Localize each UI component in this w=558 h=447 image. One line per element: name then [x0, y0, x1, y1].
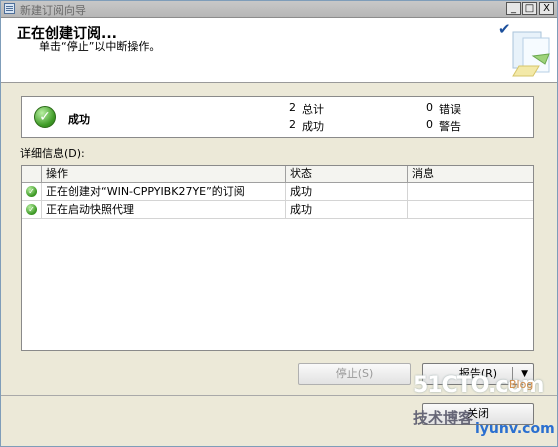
- status-summary-panel: ✓ 成功 2 总计 2 成功 0 错误 0 警告: [21, 96, 534, 138]
- success-count: 2: [289, 118, 296, 131]
- split-divider: [512, 367, 513, 381]
- maximize-button[interactable]: □: [522, 2, 537, 15]
- status-label: 成功: [68, 113, 90, 126]
- close-button[interactable]: 关闭: [422, 403, 534, 425]
- column-header-status[interactable]: 状态: [286, 166, 408, 182]
- error-count: 0: [426, 101, 433, 114]
- report-button-label: 报告(R): [458, 367, 498, 380]
- close-window-button[interactable]: X: [539, 2, 554, 15]
- total-count: 2: [289, 101, 296, 114]
- error-label: 错误: [439, 103, 461, 116]
- row-status: 成功: [286, 201, 408, 218]
- wizard-header: 正在创建订阅... 单击“停止”以中断操作。 ✔: [1, 18, 557, 83]
- success-check-icon: ✓: [26, 186, 37, 197]
- row-status: 成功: [286, 183, 408, 200]
- wizard-window: 新建订阅向导 _ □ X 正在创建订阅... 单击“停止”以中断操作。 ✔ ✓ …: [0, 0, 558, 447]
- column-header-message[interactable]: 消息: [408, 166, 533, 182]
- details-label: 详细信息(D):: [20, 147, 85, 160]
- details-table[interactable]: 操作 状态 消息 ✓ 正在创建对“WIN-CPPYIBK27YE”的订阅 成功 …: [21, 165, 534, 351]
- minimize-button[interactable]: _: [506, 2, 521, 15]
- wizard-graphic-icon: [512, 31, 550, 77]
- table-header: 操作 状态 消息: [22, 166, 533, 183]
- table-row[interactable]: ✓ 正在创建对“WIN-CPPYIBK27YE”的订阅 成功: [22, 183, 533, 201]
- page-subtitle: 单击“停止”以中断操作。: [39, 40, 161, 53]
- row-icon-cell: ✓: [22, 201, 42, 218]
- row-message[interactable]: [408, 183, 533, 200]
- dropdown-arrow-icon[interactable]: ▼: [521, 364, 528, 384]
- success-check-icon: ✓: [34, 106, 56, 128]
- report-button[interactable]: 报告(R) ▼: [422, 363, 534, 385]
- window-title: 新建订阅向导: [20, 4, 86, 17]
- row-action: 正在启动快照代理: [42, 201, 286, 218]
- total-label: 总计: [302, 103, 324, 116]
- row-action: 正在创建对“WIN-CPPYIBK27YE”的订阅: [42, 183, 286, 200]
- stop-button[interactable]: 停止(S): [298, 363, 411, 385]
- column-header-action[interactable]: 操作: [42, 166, 286, 182]
- success-label: 成功: [302, 120, 324, 133]
- row-icon-cell: ✓: [22, 183, 42, 200]
- warning-label: 警告: [439, 120, 461, 133]
- title-bar[interactable]: 新建订阅向导 _ □ X: [1, 1, 557, 18]
- success-check-icon: ✓: [26, 204, 37, 215]
- table-row[interactable]: ✓ 正在启动快照代理 成功: [22, 201, 533, 219]
- warning-count: 0: [426, 118, 433, 131]
- wizard-window-icon: [4, 3, 15, 14]
- footer-divider: [1, 395, 557, 396]
- header-icon-column: [22, 166, 42, 182]
- row-message[interactable]: [408, 201, 533, 218]
